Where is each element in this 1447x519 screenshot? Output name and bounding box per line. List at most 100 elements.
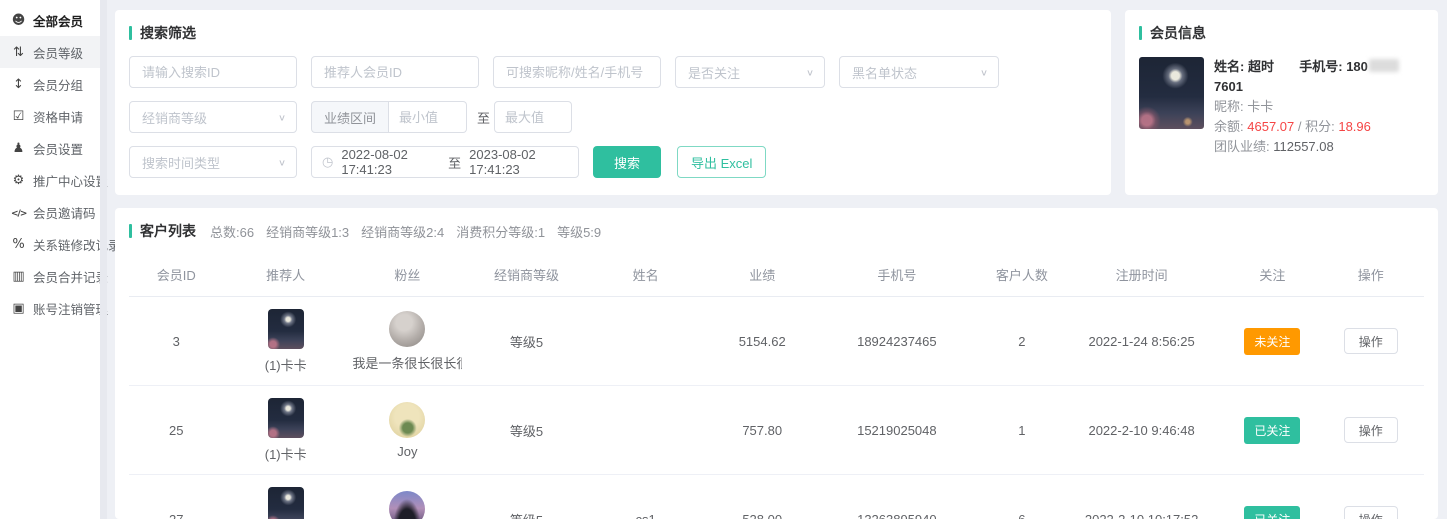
file-icon	[11, 301, 26, 316]
member-team-line: 团队业绩: 112557.08	[1214, 137, 1424, 157]
search-button[interactable]: 搜索	[593, 146, 661, 178]
dealer-level-select[interactable]: 经销商等级	[129, 101, 297, 133]
sidebar-item-label: 会员等级	[33, 43, 83, 62]
member-nickname-line: 昵称: 卡卡	[1214, 97, 1424, 117]
sidebar-item-all-members[interactable]: 全部会员	[0, 4, 100, 36]
member-panel-title: 会员信息	[1139, 23, 1424, 43]
date-separator: 至	[448, 153, 461, 172]
customer-list-panel: 客户列表 总数:66 经销商等级1:3 经销商等级2:4 消费积分等级:1 等级…	[115, 208, 1438, 519]
performance-max-input[interactable]	[494, 101, 572, 133]
sidebar-item-promotion-settings[interactable]: 推广中心设置	[0, 164, 100, 196]
relation-link-icon	[11, 237, 26, 252]
sidebar-item-member-group[interactable]: 会员分组	[0, 68, 100, 100]
col-dealer-level: 经销商等级	[467, 265, 586, 284]
cell-registered: 2022-2-10 10:17:52	[1069, 512, 1214, 519]
referrer-avatar	[268, 309, 304, 349]
filter-panel-title: 搜索筛选	[129, 23, 1097, 43]
member-phone-suffix: 7601	[1214, 79, 1243, 94]
sidebar-item-qualification[interactable]: 资格申请	[0, 100, 100, 132]
table-row: 3 (1)卡卡 我是一条很长很长很... 等级5 5154.62 1892423…	[129, 297, 1424, 386]
member-name-phone-line: 姓名: 超时 手机号: 1807601	[1214, 57, 1424, 97]
date-start: 2022-08-02 17:41:23	[341, 147, 440, 177]
sidebar-item-member-level[interactable]: 会员等级	[0, 36, 100, 68]
sidebar-item-label: 会员设置	[33, 139, 83, 158]
keyword-input[interactable]	[493, 56, 661, 88]
performance-min-input[interactable]	[389, 101, 467, 133]
cell-phone: 15219025048	[819, 423, 974, 438]
cell-customers: 6	[975, 512, 1070, 519]
main-content: 搜索筛选 是否关注 黑名单状态 经销商等级	[107, 0, 1447, 519]
cell-member-id: 27	[129, 512, 224, 519]
time-type-select[interactable]: 搜索时间类型	[129, 146, 297, 178]
cell-follow: 已关注	[1214, 506, 1331, 519]
sidebar-item-label: 全部会员	[33, 11, 83, 30]
cell-referrer: (1)卡卡	[224, 301, 348, 382]
member-name: 超时	[1248, 59, 1274, 74]
title-accent-bar	[129, 26, 132, 40]
code-icon	[11, 205, 26, 220]
cell-phone: 18924237465	[819, 334, 974, 349]
stat-level5: 等级5:9	[557, 222, 601, 241]
cell-performance: 757.80	[705, 423, 819, 438]
col-performance: 业绩	[705, 265, 819, 284]
search-filter-panel: 搜索筛选 是否关注 黑名单状态 经销商等级	[115, 10, 1111, 195]
sidebar-item-label: 资格申请	[33, 107, 83, 126]
search-id-input[interactable]	[129, 56, 297, 88]
cell-registered: 2022-1-24 8:56:25	[1069, 334, 1214, 349]
chevron-down-icon	[980, 67, 988, 77]
sidebar-item-label: 推广中心设置	[33, 171, 108, 190]
col-follow: 关注	[1214, 265, 1331, 284]
row-action-button[interactable]: 操作	[1344, 417, 1398, 443]
cell-name: cs1	[586, 512, 705, 519]
referrer-avatar	[268, 398, 304, 438]
cell-action: 操作	[1331, 328, 1411, 354]
row-action-button[interactable]: 操作	[1344, 506, 1398, 519]
member-nickname: 卡卡	[1247, 99, 1273, 114]
member-person-icon	[11, 141, 26, 156]
member-team-performance: 112557.08	[1273, 139, 1334, 154]
sidebar-scrollbar[interactable]	[100, 0, 107, 519]
sidebar-item-invite-code[interactable]: 会员邀请码	[0, 196, 100, 228]
sort-numeric-icon	[11, 45, 26, 60]
sidebar-item-account-cancellation[interactable]: 账号注销管理	[0, 292, 100, 324]
stat-dealer2: 经销商等级2:4	[361, 222, 444, 241]
row-action-button[interactable]: 操作	[1344, 328, 1398, 354]
qualification-icon	[11, 109, 26, 124]
cell-action: 操作	[1331, 506, 1411, 519]
cell-dealer-level: 等级5	[467, 421, 586, 440]
cell-referrer: (1)卡卡	[224, 479, 348, 519]
export-excel-button[interactable]: 导出 Excel	[677, 146, 766, 178]
phone-redacted-blur	[1369, 59, 1399, 72]
customer-list-title: 客户列表	[129, 221, 196, 241]
cell-customers: 2	[975, 334, 1070, 349]
sidebar-item-relation-chain-log[interactable]: 关系链修改记录	[0, 228, 100, 260]
col-action: 操作	[1331, 265, 1411, 284]
member-points: 18.96	[1338, 119, 1371, 134]
cell-fan: Lazy Cat	[348, 483, 467, 519]
blacklist-select[interactable]: 黑名单状态	[839, 56, 999, 88]
sidebar-item-member-settings[interactable]: 会员设置	[0, 132, 100, 164]
cell-dealer-level: 等级5	[467, 510, 586, 519]
referrer-id-input[interactable]	[311, 56, 479, 88]
title-accent-bar	[129, 224, 132, 238]
follow-select[interactable]: 是否关注	[675, 56, 825, 88]
follow-status-badge: 已关注	[1244, 417, 1300, 444]
follow-status-badge: 未关注	[1244, 328, 1300, 355]
col-fan: 粉丝	[348, 265, 467, 284]
fan-avatar	[389, 491, 425, 519]
performance-range-group: 业绩区间	[311, 101, 467, 133]
title-accent-bar	[1139, 26, 1142, 40]
cell-performance: 528.00	[705, 512, 819, 519]
member-avatar	[1139, 57, 1204, 129]
col-member-id: 会员ID	[129, 265, 224, 284]
cell-registered: 2022-2-10 9:46:48	[1069, 423, 1214, 438]
clock-icon	[322, 154, 333, 170]
date-range-picker[interactable]: 2022-08-02 17:41:23 至 2023-08-02 17:41:2…	[311, 146, 579, 178]
cell-performance: 5154.62	[705, 334, 819, 349]
chevron-down-icon	[278, 112, 286, 122]
sidebar-item-label: 账号注销管理	[33, 299, 108, 318]
sidebar-item-merge-record[interactable]: 会员合并记录	[0, 260, 100, 292]
member-phone-label: 手机号:	[1299, 59, 1342, 74]
date-end: 2023-08-02 17:41:23	[469, 147, 568, 177]
cell-dealer-level: 等级5	[467, 332, 586, 351]
